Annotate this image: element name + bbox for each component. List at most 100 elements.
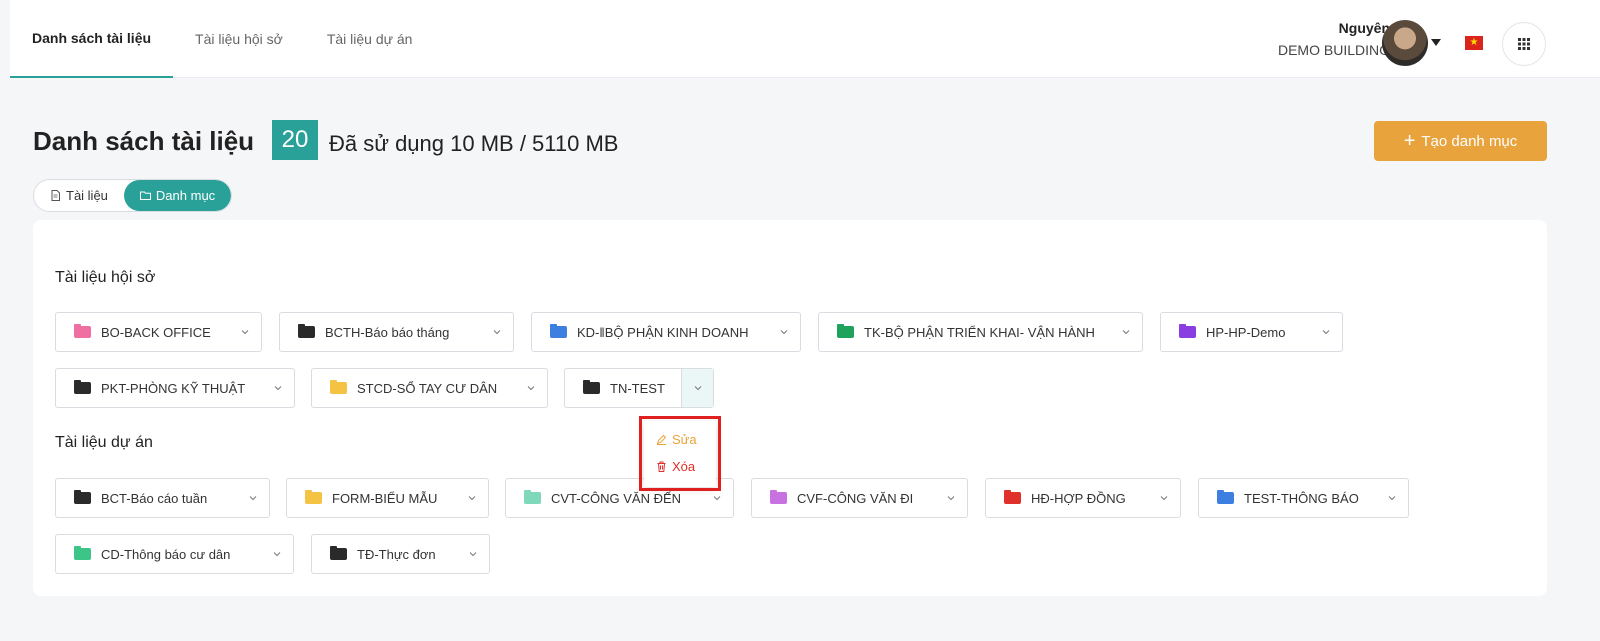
folder-icon <box>74 324 91 338</box>
category-label: BCT-Báo cáo tuần <box>101 490 208 506</box>
chevron-down-icon[interactable] <box>481 313 513 351</box>
plus-icon: + <box>1403 130 1416 152</box>
delete-menu-item[interactable]: Xóa <box>656 459 695 474</box>
category-chip-main[interactable]: HĐ-HỢP ĐỒNG <box>986 479 1148 517</box>
category-chip[interactable]: BO-BACK OFFICE <box>55 312 262 352</box>
chevron-down-icon[interactable] <box>456 479 488 517</box>
folder-icon <box>1004 490 1021 504</box>
tab-danh-sach-tai-lieu[interactable]: Danh sách tài liệu <box>10 0 174 78</box>
grid-icon <box>1518 38 1530 50</box>
category-chip-main[interactable]: CVF-CÔNG VĂN ĐI <box>752 479 935 517</box>
category-chip[interactable]: FORM-BIỂU MẪU <box>286 478 489 518</box>
storage-usage: Đã sử dụng 10 MB / 5110 MB <box>329 131 619 156</box>
vietnam-flag-icon[interactable]: ★ <box>1465 36 1483 50</box>
category-chip-main[interactable]: BO-BACK OFFICE <box>56 313 229 351</box>
toggle-documents[interactable]: Tài liệu <box>34 180 124 211</box>
chevron-down-icon[interactable] <box>1148 479 1180 517</box>
apps-grid-button[interactable] <box>1502 22 1546 66</box>
category-label: BO-BACK OFFICE <box>101 324 211 340</box>
category-chip-main[interactable]: STCD-SỔ TAY CƯ DÂN <box>312 369 515 407</box>
document-count-badge: 20 <box>272 120 318 160</box>
category-label: KD-‖BỘ PHẬN KINH DOANH <box>577 324 749 340</box>
trash-icon <box>657 461 666 472</box>
category-chip[interactable]: STCD-SỔ TAY CƯ DÂN <box>311 368 548 408</box>
section-title-hoi-so: Tài liệu hội sở <box>55 269 156 286</box>
folder-icon <box>330 380 347 394</box>
category-chip[interactable]: HP-HP-Demo <box>1160 312 1343 352</box>
chevron-down-icon[interactable] <box>1376 479 1408 517</box>
chevron-down-icon[interactable] <box>768 313 800 351</box>
tab-tai-lieu-hoi-so[interactable]: Tài liệu hội sở <box>173 0 305 78</box>
chevron-down-icon[interactable] <box>681 369 713 407</box>
chevron-down-icon[interactable] <box>229 313 261 351</box>
edit-label: Sửa <box>672 432 697 447</box>
category-chip[interactable]: PKT-PHÒNG KỸ THUẬT <box>55 368 295 408</box>
folder-icon <box>1217 490 1234 504</box>
category-chip[interactable]: TN-TEST <box>564 368 714 408</box>
category-label: CVF-CÔNG VĂN ĐI <box>797 490 914 506</box>
folder-icon <box>524 490 541 504</box>
user-name: Nguyên <box>1338 20 1390 36</box>
category-action-menu: Sửa Xóa <box>644 421 716 487</box>
category-chip[interactable]: CVF-CÔNG VĂN ĐI <box>751 478 968 518</box>
category-label: TK-BỘ PHẬN TRIỂN KHAI- VẬN HÀNH <box>864 324 1095 340</box>
category-chip-main[interactable]: BCT-Báo cáo tuần <box>56 479 237 517</box>
chevron-down-icon[interactable] <box>237 479 269 517</box>
category-label: CD-Thông báo cư dân <box>101 546 231 562</box>
chevron-down-icon[interactable] <box>457 535 489 573</box>
chevron-down-icon[interactable] <box>1110 313 1142 351</box>
category-label: HĐ-HỢP ĐỒNG <box>1031 490 1126 506</box>
category-label: PKT-PHÒNG KỸ THUẬT <box>101 380 246 396</box>
category-label: STCD-SỔ TAY CƯ DÂN <box>357 380 498 396</box>
chevron-down-icon[interactable] <box>515 369 547 407</box>
category-chip-main[interactable]: PKT-PHÒNG KỸ THUẬT <box>56 369 262 407</box>
category-chip-main[interactable]: TEST-THÔNG BÁO <box>1199 479 1376 517</box>
category-label: TĐ-Thực đơn <box>357 546 436 562</box>
toggle-documents-label: Tài liệu <box>66 188 108 203</box>
category-label: CVT-CÔNG VĂN ĐẾN <box>551 490 682 506</box>
edit-menu-item[interactable]: Sửa <box>656 432 697 447</box>
chevron-down-icon[interactable] <box>935 479 967 517</box>
flag-star: ★ <box>1469 37 1479 48</box>
category-chip[interactable]: BCTH-Báo báo tháng <box>279 312 514 352</box>
category-chip-main[interactable]: KD-‖BỘ PHẬN KINH DOANH <box>532 313 768 351</box>
category-chip-main[interactable]: TK-BỘ PHẬN TRIỂN KHAI- VẬN HÀNH <box>819 313 1110 351</box>
folder-icon <box>74 546 91 560</box>
category-chip-main[interactable]: HP-HP-Demo <box>1161 313 1310 351</box>
main-tabs: Danh sách tài liệu Tài liệu hội sở Tài l… <box>10 0 434 78</box>
category-chip[interactable]: HĐ-HỢP ĐỒNG <box>985 478 1181 518</box>
category-chip-main[interactable]: FORM-BIỂU MẪU <box>287 479 456 517</box>
pencil-icon <box>656 434 667 445</box>
delete-label: Xóa <box>672 459 696 474</box>
create-category-label: Tạo danh mục <box>1421 132 1518 150</box>
chevron-down-icon[interactable] <box>261 535 293 573</box>
create-category-button[interactable]: + Tạo danh mục <box>1374 121 1547 161</box>
folder-icon <box>837 324 854 338</box>
folder-outline-icon <box>139 191 151 200</box>
category-chip-main[interactable]: TĐ-Thực đơn <box>312 535 457 573</box>
category-chip-main[interactable]: BCTH-Báo báo tháng <box>280 313 481 351</box>
chevron-down-icon[interactable] <box>1310 313 1342 351</box>
avatar[interactable] <box>1382 20 1428 66</box>
category-chip[interactable]: TĐ-Thực đơn <box>311 534 490 574</box>
category-chip[interactable]: TEST-THÔNG BÁO <box>1198 478 1409 518</box>
folder-icon <box>305 490 322 504</box>
view-toggle: Tài liệu Danh mục <box>33 179 233 212</box>
toggle-categories[interactable]: Danh mục <box>123 180 232 211</box>
folder-icon <box>298 324 315 338</box>
category-chip[interactable]: CD-Thông báo cư dân <box>55 534 294 574</box>
category-chip[interactable]: KD-‖BỘ PHẬN KINH DOANH <box>531 312 801 352</box>
document-icon <box>51 190 60 201</box>
chevron-down-icon[interactable] <box>262 369 294 407</box>
category-chip-main[interactable]: TN-TEST <box>565 369 681 407</box>
category-chip[interactable]: TK-BỘ PHẬN TRIỂN KHAI- VẬN HÀNH <box>818 312 1143 352</box>
category-chip-main[interactable]: CD-Thông báo cư dân <box>56 535 261 573</box>
folder-icon <box>74 490 91 504</box>
category-chip[interactable]: BCT-Báo cáo tuần <box>55 478 270 518</box>
tab-tai-lieu-du-an[interactable]: Tài liệu dự án <box>305 0 435 78</box>
caret-down-icon[interactable] <box>1431 39 1441 46</box>
category-label: BCTH-Báo báo tháng <box>325 324 450 340</box>
folder-icon <box>74 380 91 394</box>
page-title: Danh sách tài liệu <box>33 126 255 156</box>
folder-icon <box>583 380 600 394</box>
